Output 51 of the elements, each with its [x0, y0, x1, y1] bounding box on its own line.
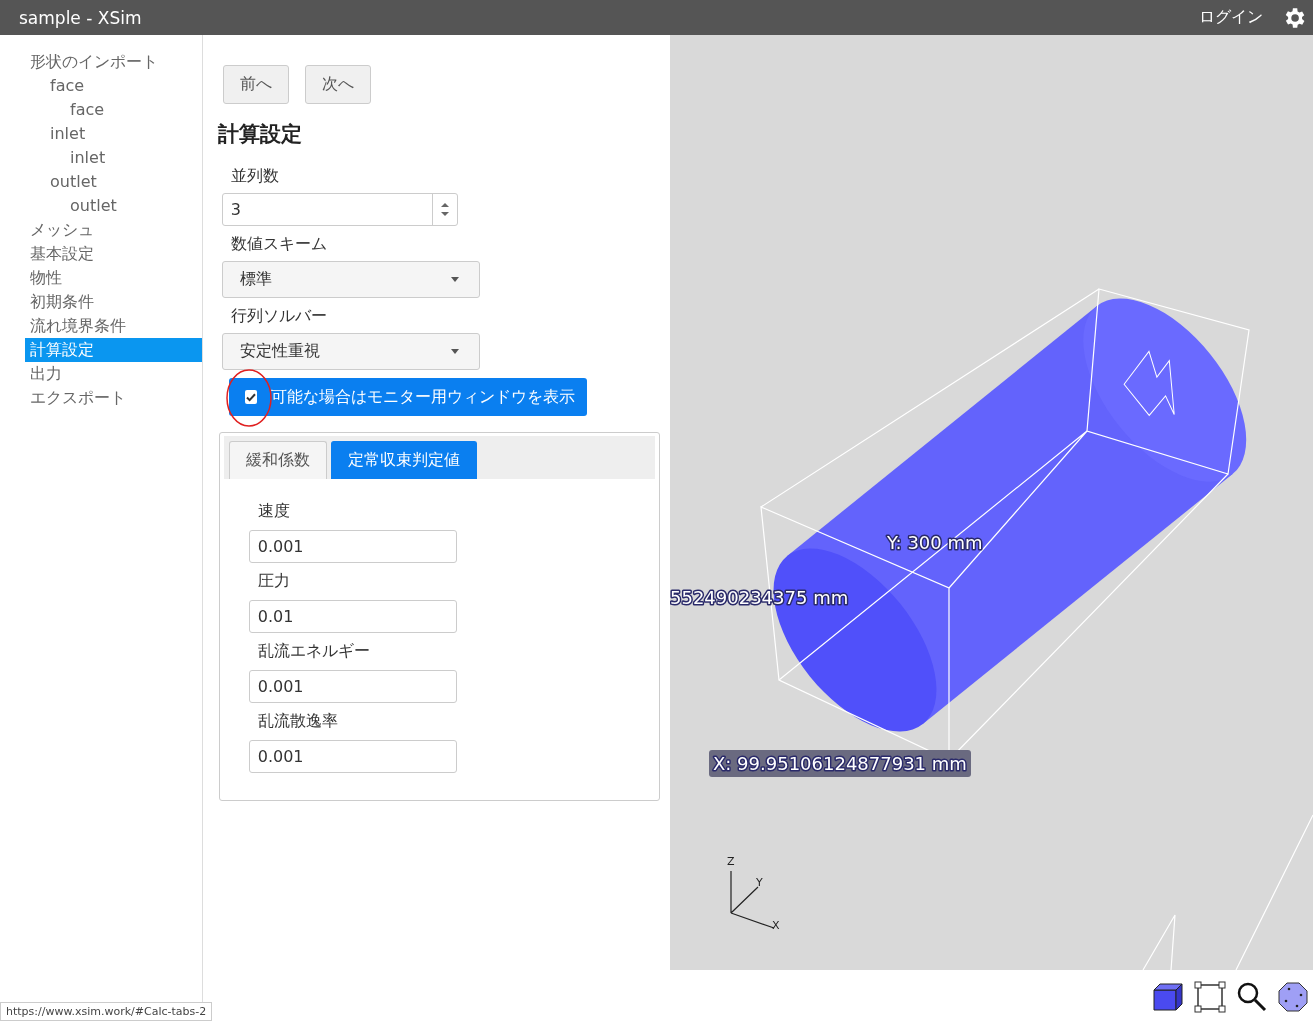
- dimension-label: X: 99.95106124877931 mm: [709, 750, 971, 777]
- checkbox[interactable]: [244, 390, 257, 404]
- sidebar-item[interactable]: 計算設定: [25, 338, 202, 362]
- field-label: 数値スキーム: [230, 234, 328, 255]
- text-input[interactable]: 0.01: [248, 600, 457, 633]
- field-label: 並列数: [230, 166, 280, 187]
- tab[interactable]: 定常収束判定値: [330, 441, 477, 479]
- status-url: https://www.xsim.work/#Calc-tabs-2: [0, 1002, 213, 1021]
- axis-label: Y: [756, 876, 763, 889]
- caret-icon: [450, 349, 459, 354]
- dimension-label: Y: 300 mm: [887, 532, 983, 553]
- sidebar-item[interactable]: face: [25, 98, 202, 122]
- text-input[interactable]: 0.001: [248, 740, 457, 773]
- section-heading: 計算設定: [217, 121, 303, 148]
- next-button[interactable]: 次へ: [304, 65, 371, 104]
- sidebar-item[interactable]: エクスポート: [25, 386, 202, 410]
- selection-frame-icon[interactable]: [1193, 980, 1227, 1014]
- sidebar-item[interactable]: 初期条件: [25, 290, 202, 314]
- number-input[interactable]: 3: [221, 193, 458, 226]
- sidebar-item[interactable]: face: [25, 74, 202, 98]
- sidebar-item[interactable]: inlet: [25, 122, 202, 146]
- polyhedron-icon[interactable]: [1277, 981, 1309, 1013]
- sidebar-item[interactable]: 流れ境界条件: [25, 314, 202, 338]
- sidebar-item[interactable]: 出力: [25, 362, 202, 386]
- sidebar-item[interactable]: メッシュ: [25, 218, 202, 242]
- previous-button[interactable]: 前へ: [222, 65, 289, 104]
- field-label: 圧力: [257, 571, 291, 592]
- field-label: 行列ソルバー: [230, 306, 328, 327]
- cube-icon[interactable]: [1152, 982, 1184, 1012]
- sidebar-item[interactable]: 物性: [25, 266, 202, 290]
- highlight-circle: [224, 368, 273, 428]
- sidebar-item[interactable]: 基本設定: [25, 242, 202, 266]
- dropdown[interactable]: 標準: [221, 261, 480, 298]
- text-input[interactable]: 0.001: [248, 530, 457, 563]
- text-input[interactable]: 0.001: [248, 670, 457, 703]
- dropdown[interactable]: 安定性重視: [221, 333, 480, 370]
- sidebar-item[interactable]: outlet: [25, 194, 202, 218]
- login-link[interactable]: ログイン: [1199, 7, 1263, 28]
- axis-label: Z: [727, 855, 735, 868]
- field-label: 乱流エネルギー: [257, 641, 371, 662]
- tab[interactable]: 緩和係数: [228, 441, 327, 479]
- field-label: 速度: [257, 501, 291, 522]
- window-title: sample - XSim: [19, 7, 143, 28]
- search-icon[interactable]: [1236, 981, 1268, 1013]
- caret-icon: [450, 277, 459, 282]
- sidebar-item[interactable]: 形状のインポート: [25, 50, 202, 74]
- axis-label: X: [772, 919, 780, 932]
- sidebar-item[interactable]: outlet: [25, 170, 202, 194]
- field-label: 乱流散逸率: [257, 711, 339, 732]
- sidebar-item[interactable]: inlet: [25, 146, 202, 170]
- monitor-checkbox-button[interactable]: 可能な場合はモニター用ウィンドウを表示: [228, 378, 587, 416]
